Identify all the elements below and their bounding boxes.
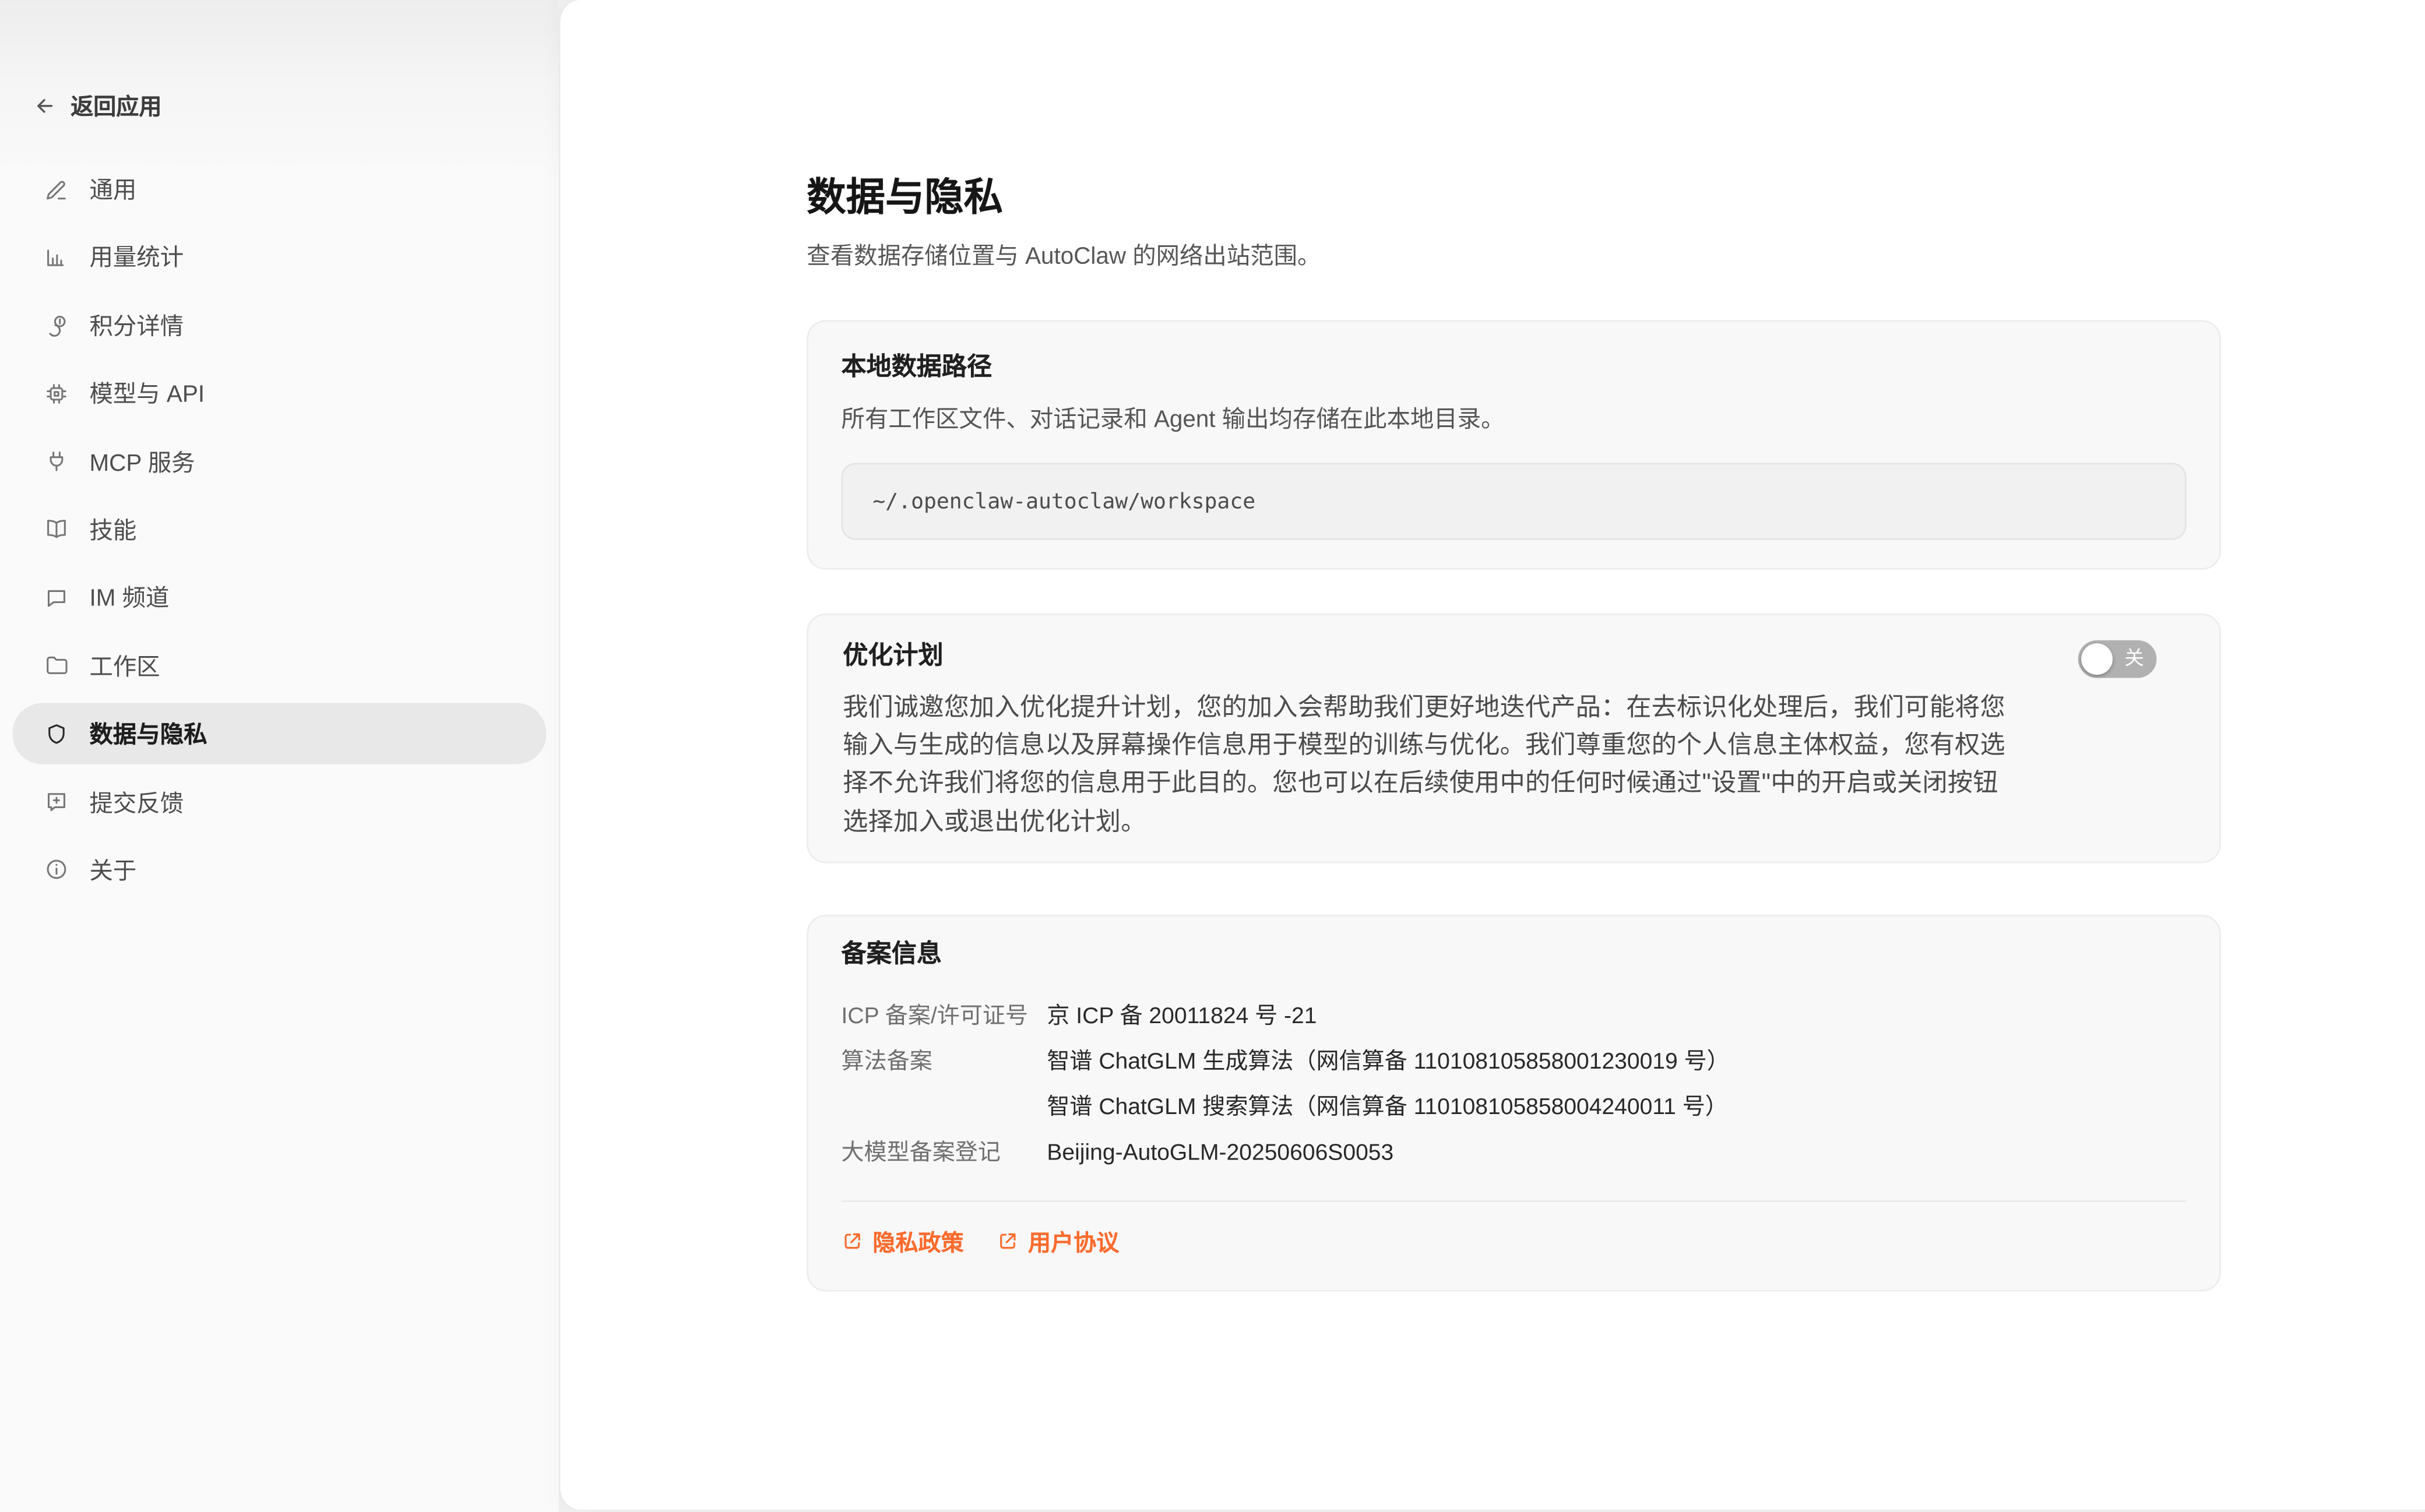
sidebar-item-general[interactable]: 通用 [13,158,547,220]
feedback-plus-icon [44,790,69,815]
arrow-left-icon [33,94,57,118]
sidebar-item-workspace[interactable]: 工作区 [13,635,547,696]
filing-row-label: 大模型备案登记 [842,1131,1047,1176]
local-data-path-card: 本地数据路径 所有工作区文件、对话记录和 Agent 输出均存储在此本地目录。 … [807,320,2221,569]
sidebar-item-label: 数据与隐私 [90,717,207,750]
bar-chart-icon [44,245,69,270]
page-title: 数据与隐私 [807,0,2221,220]
sidebar-item-im-channels[interactable]: IM 频道 [13,567,547,628]
external-link-icon [997,1231,1019,1253]
external-link-icon [842,1231,864,1253]
filing-rows: ICP 备案/许可证号 京 ICP 备 20011824 号 -21 算法备案 … [842,995,2187,1176]
filing-row-value: Beijing-AutoGLM-20250606S0053 [1047,1131,2186,1176]
data-privacy-content: 数据与隐私 查看数据存储位置与 AutoClaw 的网络出站范围。 本地数据路径… [807,0,2221,1291]
filing-info-title: 备案信息 [842,938,2187,972]
sidebar-item-label: MCP 服务 [90,445,195,478]
sidebar-item-credits[interactable]: 积分详情 [13,295,547,356]
filing-row-value-line: 智谱 ChatGLM 搜索算法（网信算备 1101081058580042400… [1047,1085,2186,1131]
optimization-toggle[interactable]: 关 [2078,640,2157,678]
folder-icon [44,653,69,678]
optimization-plan-card: 优化计划 关 我们诚邀您加入优化提升计划，您的加入会帮助我们更好地迭代产品：在去… [807,614,2221,863]
card-divider [842,1200,2187,1202]
sidebar-item-label: 工作区 [90,649,160,682]
optimization-plan-description: 我们诚邀您加入优化提升计划，您的加入会帮助我们更好地迭代产品：在去标识化处理后，… [843,690,2012,843]
pencil-icon [44,177,69,202]
filing-row-label: 算法备案 [842,1040,1047,1131]
local-data-path-title: 本地数据路径 [842,351,2187,386]
workspace-path-value: ~/.openclaw-autoclaw/workspace [872,489,1255,514]
sidebar-item-label: 关于 [90,854,137,887]
back-to-app-label: 返回应用 [71,90,161,123]
filing-row-label: ICP 备案/许可证号 [842,995,1047,1040]
sidebar-item-mcp[interactable]: MCP 服务 [13,431,547,492]
toggle-knob [2081,643,2113,675]
sidebar-item-label: 积分详情 [90,309,184,342]
settings-sidebar: 返回应用 通用 用量统计 积分详情 [0,0,559,1512]
coins-icon [44,313,69,338]
toggle-state-label: 关 [2124,649,2144,669]
window-bottom-strip [559,1509,2425,1512]
privacy-policy-label: 隐私政策 [872,1225,963,1259]
plug-icon [44,449,69,474]
chip-icon [44,381,69,406]
user-agreement-label: 用户协议 [1028,1225,1119,1259]
filing-row-value: 京 ICP 备 20011824 号 -21 [1047,995,2186,1040]
sidebar-item-label: 通用 [90,172,137,206]
sidebar-item-about[interactable]: 关于 [13,840,547,901]
sidebar-item-feedback[interactable]: 提交反馈 [13,771,547,833]
filing-row-value: 智谱 ChatGLM 生成算法（网信算备 1101081058580012300… [1047,1040,2186,1131]
filing-info-card: 备案信息 ICP 备案/许可证号 京 ICP 备 20011824 号 -21 … [807,915,2221,1291]
settings-main-panel: 数据与隐私 查看数据存储位置与 AutoClaw 的网络出站范围。 本地数据路径… [559,0,2425,1509]
workspace-path-field[interactable]: ~/.openclaw-autoclaw/workspace [842,463,2187,540]
sidebar-item-usage[interactable]: 用量统计 [13,227,547,288]
shield-icon [44,721,69,746]
policy-links: 隐私政策 用户协议 [842,1225,2187,1259]
sidebar-item-skills[interactable]: 技能 [13,499,547,560]
sidebar-item-models-api[interactable]: 模型与 API [13,363,547,424]
app-window: 返回应用 通用 用量统计 积分详情 [0,0,2425,1512]
privacy-policy-link[interactable]: 隐私政策 [842,1225,964,1259]
user-agreement-link[interactable]: 用户协议 [997,1225,1119,1259]
local-data-path-description: 所有工作区文件、对话记录和 Agent 输出均存储在此本地目录。 [842,403,2187,436]
sidebar-item-data-privacy[interactable]: 数据与隐私 [13,703,547,764]
optimization-plan-title: 优化计划 [843,640,2185,675]
sidebar-item-label: 技能 [90,513,137,547]
sidebar-item-label: 模型与 API [90,377,205,410]
chat-bubble-icon [44,585,69,610]
page-subtitle: 查看数据存储位置与 AutoClaw 的网络出站范围。 [807,240,2221,273]
back-to-app-button[interactable]: 返回应用 [33,90,162,123]
sidebar-item-label: 提交反馈 [90,785,184,819]
sidebar-item-label: 用量统计 [90,241,184,274]
sidebar-item-label: IM 频道 [90,581,170,614]
filing-row-value-line: 智谱 ChatGLM 生成算法（网信算备 1101081058580012300… [1047,1040,2186,1085]
settings-nav: 通用 用量统计 积分详情 模型与 API [13,158,547,907]
open-book-icon [44,517,69,542]
info-icon [44,858,69,883]
